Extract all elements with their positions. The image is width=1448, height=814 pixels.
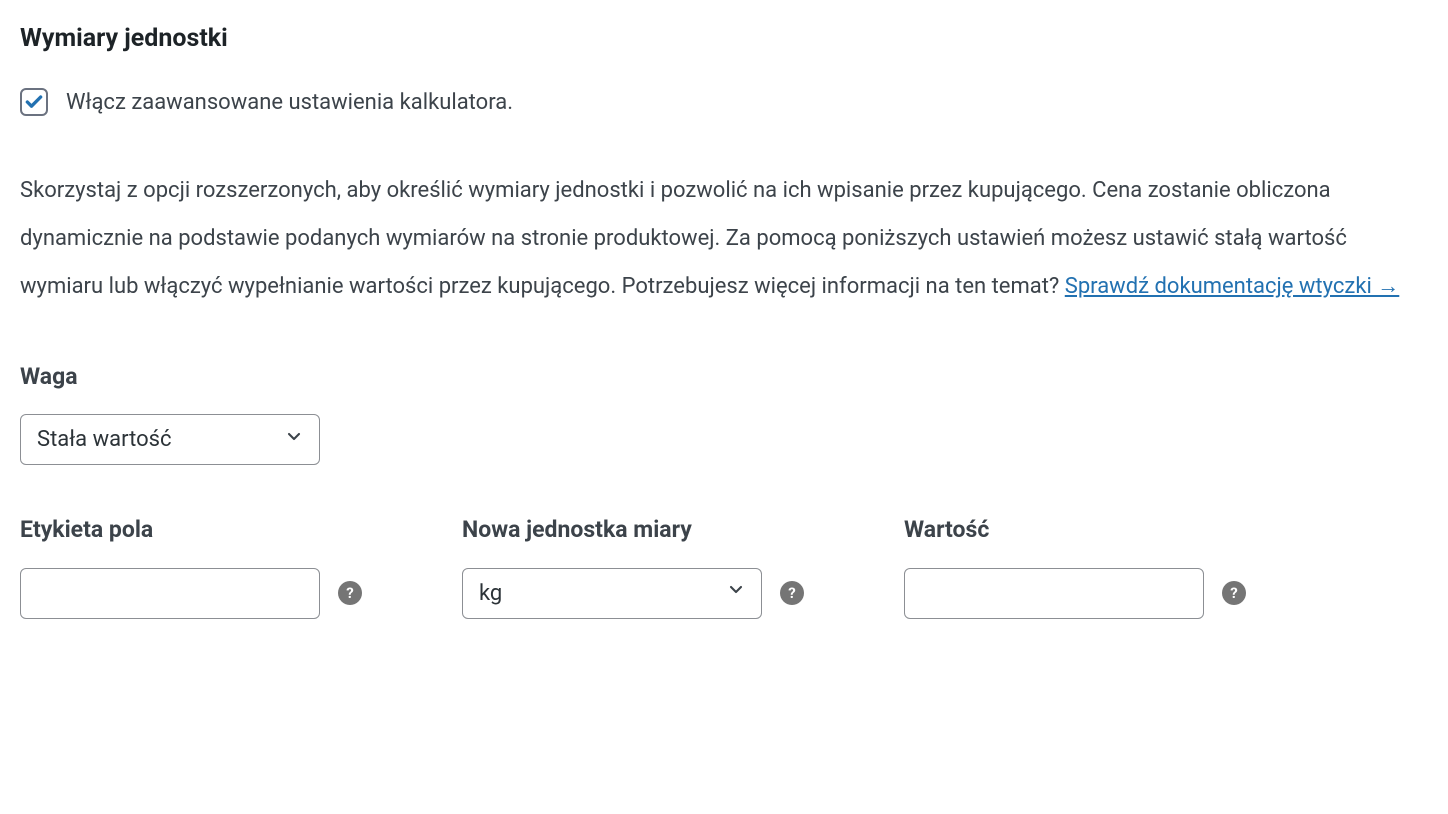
checkbox-row: Włącz zaawansowane ustawienia kalkulator… xyxy=(20,86,1428,119)
value-field-input[interactable] xyxy=(904,568,1204,619)
checkmark-icon xyxy=(24,92,44,112)
unit-field-label: Nowa jednostka miary xyxy=(462,513,804,548)
weight-title: Waga xyxy=(20,360,1428,395)
documentation-link[interactable]: Sprawdź dokumentację wtyczki → xyxy=(1065,274,1400,299)
label-field-group: Etykieta pola ? xyxy=(20,513,362,619)
unit-select[interactable]: kg xyxy=(462,568,762,619)
checkbox-label: Włącz zaawansowane ustawienia kalkulator… xyxy=(66,86,513,119)
description-text: Skorzystaj z opcji rozszerzonych, aby ok… xyxy=(20,167,1428,312)
fields-row: Etykieta pola ? Nowa jednostka miary kg … xyxy=(20,513,1428,619)
value-field-label: Wartość xyxy=(904,513,1246,548)
help-icon[interactable]: ? xyxy=(1222,581,1246,605)
unit-field-row: kg ? xyxy=(462,568,804,619)
weight-mode-select[interactable]: Stała wartość xyxy=(20,414,320,465)
help-icon[interactable]: ? xyxy=(780,581,804,605)
value-field-row: ? xyxy=(904,568,1246,619)
label-field-row: ? xyxy=(20,568,362,619)
value-field-group: Wartość ? xyxy=(904,513,1246,619)
help-icon[interactable]: ? xyxy=(338,581,362,605)
label-field-input[interactable] xyxy=(20,568,320,619)
unit-field-group: Nowa jednostka miary kg ? xyxy=(462,513,804,619)
weight-mode-select-wrapper: Stała wartość xyxy=(20,414,320,465)
enable-advanced-checkbox[interactable] xyxy=(20,88,48,116)
section-title: Wymiary jednostki xyxy=(20,20,1428,58)
label-field-label: Etykieta pola xyxy=(20,513,362,548)
unit-select-wrapper: kg xyxy=(462,568,762,619)
